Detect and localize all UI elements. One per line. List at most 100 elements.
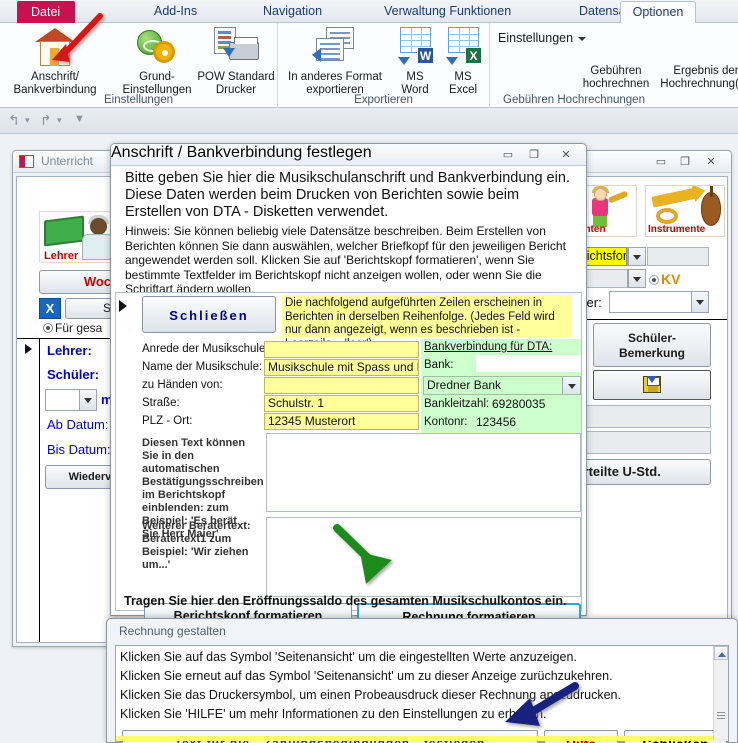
tab-navigation[interactable]: Navigation xyxy=(254,0,331,23)
ms-excel-button[interactable]: X MS Excel xyxy=(438,26,488,97)
blz-value[interactable]: 69280035 xyxy=(489,397,579,412)
field-label-plz: PLZ - Ort: xyxy=(142,415,193,427)
instrumente-caption: Instrumente xyxy=(648,224,706,235)
close-icon[interactable]: ✕ xyxy=(558,148,574,162)
dialog-title: Anschrift / Bankverbindung festlegen xyxy=(111,144,372,161)
printer-icon xyxy=(211,26,261,68)
ergebnis-hochrechnung-button[interactable]: Ergebnis der Hochrechnung(en xyxy=(660,65,738,91)
combo-arrow-icon[interactable] xyxy=(628,248,645,265)
konto-value[interactable]: 123456 xyxy=(473,415,578,430)
pow-label-1: POW Standard xyxy=(197,71,275,83)
undo-icon[interactable]: ↰ xyxy=(8,112,20,129)
redo-icon[interactable]: ↱ xyxy=(40,112,52,129)
dialog-detail-area: Schließen Die nachfolgend aufgeführten Z… xyxy=(115,292,582,629)
bank-combo[interactable]: Dredner Bank xyxy=(423,376,581,395)
ms-excel-icon: X xyxy=(443,26,483,68)
memo1-field[interactable] xyxy=(266,433,581,512)
teacher-head xyxy=(90,218,107,235)
kid-head xyxy=(594,188,607,201)
secondary-combo-button[interactable] xyxy=(627,269,646,288)
tab-optionen[interactable]: Optionen xyxy=(620,1,696,24)
schueler-select-combo[interactable] xyxy=(609,291,709,313)
konto-label: Kontonr: xyxy=(424,416,468,428)
unterrichtsform-combo-button[interactable] xyxy=(627,247,646,266)
radio-icon xyxy=(43,323,53,333)
schliessen-button[interactable]: Schließen xyxy=(142,296,276,333)
undo-dropdown-icon[interactable]: ▾ xyxy=(25,115,30,126)
violin-icon xyxy=(701,186,721,226)
minimize-icon[interactable]: ▭ xyxy=(653,155,669,169)
record-selector-icon[interactable] xyxy=(25,344,32,354)
customize-icon[interactable]: ▼ xyxy=(74,113,85,125)
combo-arrow-icon[interactable] xyxy=(562,377,580,394)
chevron-down-icon xyxy=(578,36,587,41)
field-label-zuhaenden: zu Händen von: xyxy=(142,379,223,391)
french-horn-icon xyxy=(656,208,678,224)
schueler-combo[interactable] xyxy=(45,389,97,411)
dialog-hint-text: Hinweis: Sie können beliebig viele Daten… xyxy=(125,224,566,296)
restore-icon[interactable]: ❐ xyxy=(526,148,542,162)
trumpet-icon xyxy=(651,187,699,208)
field-label-strasse: Straße: xyxy=(142,397,180,409)
instrumente-clipart[interactable]: Instrumente xyxy=(645,185,725,237)
group-label-einstellungen: Einstellungen xyxy=(103,94,174,106)
gebuehren-label-1: Gebühren xyxy=(590,65,642,77)
field-value-strasse[interactable]: Schulstr. 1 xyxy=(264,395,419,412)
ms-word-button[interactable]: W MS Word xyxy=(392,26,438,97)
field-value-plz[interactable]: 12345 Musterort xyxy=(264,413,419,430)
bis-datum-label: Bis Datum: xyxy=(47,442,111,457)
lehrer-picture[interactable]: Lehrer xyxy=(39,211,117,263)
anschrift-bankverbindung-button[interactable]: Anschrift/ Bankverbindung xyxy=(3,26,107,97)
blz-label: Bankleitzahl: xyxy=(424,398,490,410)
grund-einstellungen-button[interactable]: Grund- Einstellungen xyxy=(112,26,202,97)
ms-word-icon: W xyxy=(395,26,435,68)
combo-arrow-icon[interactable] xyxy=(79,390,96,410)
group-label-gebuehren: Gebühren Hochrechnungen xyxy=(503,94,645,106)
fuer-gesamt-radio[interactable]: Für gesa xyxy=(43,321,102,335)
kv-radio[interactable]: KV xyxy=(649,271,680,287)
dialog-body: Bitte geben Sie hier die Musikschulansch… xyxy=(111,166,586,629)
tab-datei[interactable]: Datei xyxy=(17,1,75,23)
redo-dropdown-icon[interactable]: ▾ xyxy=(57,115,62,126)
instruction-line-3: Klicken Sie das Druckersymbol, um einen … xyxy=(120,688,621,702)
save-button[interactable] xyxy=(593,370,711,400)
close-icon[interactable]: ✕ xyxy=(703,155,719,169)
rechnung-gestalten-dialog: Rechnung gestalten Klicken Sie auf das S… xyxy=(106,618,738,743)
bank-label: Bank: xyxy=(424,359,454,371)
in-anderes-format-exportieren-button[interactable]: In anderes Format exportieren xyxy=(280,26,390,97)
x-button[interactable]: X xyxy=(39,298,61,319)
einstellungen-dropdown-label: Einstellungen xyxy=(498,31,574,45)
combo-arrow-icon[interactable] xyxy=(691,292,708,312)
pow-standard-drucker-button[interactable]: POW Standard Drucker xyxy=(194,26,278,97)
fuer-gesamt-label: Für gesa xyxy=(55,321,103,335)
export-icon xyxy=(310,26,360,68)
restore-icon[interactable]: ❐ xyxy=(677,155,693,169)
bank-blank-field[interactable] xyxy=(476,355,581,372)
gebuehren-hochrechnen-button[interactable]: Gebühren hochrechnen xyxy=(575,65,657,91)
ribbon-tab-strip: Datei Add-Ins Navigation Verwaltung Funk… xyxy=(0,0,738,24)
yellow-status-strip xyxy=(116,736,713,741)
record-selector-icon[interactable] xyxy=(119,300,127,312)
tab-add-ins[interactable]: Add-Ins xyxy=(145,0,206,23)
schueler-bemerkung-button[interactable]: Schüler- Bemerkung xyxy=(593,323,711,367)
excel-label-1: MS xyxy=(454,71,472,83)
tab-verwaltung-funktionen[interactable]: Verwaltung Funktionen xyxy=(375,0,520,23)
globe-gear-icon xyxy=(134,26,180,68)
dialog-titlebar[interactable]: Anschrift / Bankverbindung festlegen ▭ ❐… xyxy=(111,144,586,166)
scroll-up-icon[interactable] xyxy=(714,646,728,660)
combo-arrow-icon[interactable] xyxy=(628,270,645,287)
einstellungen-dropdown[interactable]: Einstellungen xyxy=(498,31,587,45)
minimize-icon[interactable]: ▭ xyxy=(500,148,516,162)
save-floppy-icon xyxy=(643,376,661,393)
scrollbar-grip[interactable] xyxy=(717,712,725,719)
field-value-name[interactable]: Musikschule mit Spass und Freu xyxy=(264,359,419,376)
field-value-zuhaenden[interactable] xyxy=(264,377,419,394)
bottom-dialog-titlebar[interactable]: Rechnung gestalten xyxy=(107,619,737,643)
horn-icon xyxy=(607,190,629,204)
unterrichtsform-extra-field[interactable] xyxy=(647,247,709,266)
vertical-scrollbar[interactable] xyxy=(713,646,728,741)
field-value-anrede[interactable] xyxy=(264,341,419,358)
bank-value: Dredner Bank xyxy=(427,378,502,392)
detail-divider xyxy=(39,338,40,642)
memo2-field[interactable] xyxy=(266,517,581,597)
